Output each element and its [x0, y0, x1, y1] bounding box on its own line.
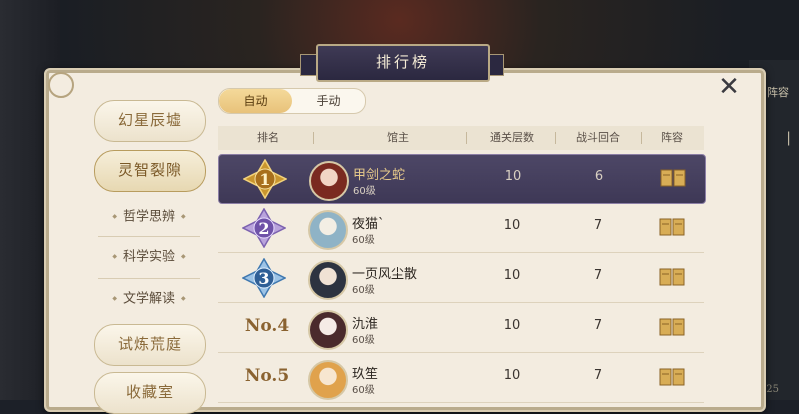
cell-floors: 10: [504, 169, 522, 184]
lineup-book-icon[interactable]: [659, 217, 685, 237]
owner-name: 氿淮: [352, 317, 379, 332]
mode-tabs: 自动 手动: [218, 88, 366, 114]
cell-floors: 10: [503, 218, 521, 233]
rank-text: No.4: [244, 316, 290, 336]
table-row[interactable]: 1 甲剑之蛇 60级 10 6: [218, 154, 706, 204]
column-header-lineup: 阵容: [661, 131, 683, 144]
page-title: 排行榜: [316, 44, 490, 82]
owner-name: 夜猫`: [352, 217, 385, 232]
background-number: 25: [766, 384, 779, 395]
cell-floors: 10: [503, 268, 521, 283]
avatar: [308, 210, 348, 250]
background-lineup-label: 阵容: [767, 86, 789, 99]
owner-level: 60级: [352, 385, 375, 396]
owner-level: 60级: [352, 235, 375, 246]
sidebar-subitem-label: 哲学思辨: [122, 209, 175, 225]
lineup-book-icon[interactable]: [659, 367, 685, 387]
owner-name: 甲剑之蛇: [353, 168, 406, 183]
lineup-book-icon[interactable]: [659, 267, 685, 287]
sidebar-item-shoucang[interactable]: 收藏室: [94, 372, 206, 414]
sidebar-item-shilian[interactable]: 试炼荒庭: [94, 324, 206, 366]
sidebar-subitem-science[interactable]: 科学实验: [94, 246, 204, 268]
background-divider-glyph: |: [786, 130, 791, 146]
cell-rounds: 7: [593, 368, 603, 383]
table-row[interactable]: 2 夜猫` 60级 10 7: [218, 204, 704, 253]
table-header: 排名 馆主 通关层数 战斗回合 阵容: [218, 126, 704, 150]
sidebar-divider: [98, 236, 200, 237]
column-header-rounds: 战斗回合: [576, 131, 620, 144]
rank-1-badge-icon: 1: [243, 159, 287, 199]
rank-2-badge-icon: 2: [242, 208, 286, 248]
column-header-rank: 排名: [257, 131, 279, 144]
table-row[interactable]: 3 一页风尘散 60级 10 7: [218, 254, 704, 303]
cell-floors: 10: [503, 368, 521, 383]
cell-rounds: 7: [593, 218, 603, 233]
table-row[interactable]: No.5 玖笙 60级 10 7: [218, 354, 704, 403]
sidebar-subitem-label: 科学实验: [122, 249, 175, 265]
rank-number: 3: [258, 269, 269, 288]
column-separator: [555, 132, 556, 144]
owner-level: 60级: [353, 186, 376, 197]
lineup-book-icon[interactable]: [660, 168, 686, 188]
cell-rounds: 6: [594, 169, 604, 184]
sidebar-item-lingzhi[interactable]: 灵智裂隙: [94, 150, 206, 192]
sidebar-item-label: 灵智裂隙: [117, 161, 182, 179]
owner-name: 玖笙: [352, 367, 379, 382]
rank-number: 2: [258, 219, 269, 238]
sidebar-subitem-label: 文学解读: [122, 291, 175, 307]
rank-number: 1: [259, 170, 270, 189]
avatar: [309, 161, 349, 201]
cell-rounds: 7: [593, 318, 603, 333]
owner-name: 一页风尘散: [352, 267, 418, 282]
avatar: [308, 260, 348, 300]
rank-3-badge-icon: 3: [242, 258, 286, 298]
column-separator: [313, 132, 314, 144]
tab-auto[interactable]: 自动: [219, 89, 292, 113]
owner-level: 60级: [352, 285, 375, 296]
close-button[interactable]: ✕: [716, 74, 742, 100]
sidebar-item-label: 试炼荒庭: [117, 335, 182, 353]
tab-manual[interactable]: 手动: [292, 89, 365, 113]
sidebar-item-huanxing[interactable]: 幻星辰墟: [94, 100, 206, 142]
cell-rounds: 7: [593, 268, 603, 283]
column-header-floors: 通关层数: [490, 131, 534, 144]
sidebar-subitem-philosophy[interactable]: 哲学思辨: [94, 206, 204, 228]
corner-ornament: [48, 72, 74, 98]
column-header-owner: 馆主: [387, 131, 409, 144]
lineup-book-icon[interactable]: [659, 317, 685, 337]
owner-level: 60级: [352, 335, 375, 346]
cell-floors: 10: [503, 318, 521, 333]
avatar: [308, 360, 348, 400]
close-icon: ✕: [718, 72, 740, 102]
sidebar-divider: [98, 278, 200, 279]
sidebar-item-label: 幻星辰墟: [117, 111, 182, 129]
avatar: [308, 310, 348, 350]
rank-text: No.5: [244, 366, 290, 386]
sidebar-item-label: 收藏室: [125, 383, 174, 401]
table-row[interactable]: No.4 氿淮 60级 10 7: [218, 304, 704, 353]
sidebar-subitem-literature[interactable]: 文学解读: [94, 288, 204, 310]
column-separator: [466, 132, 467, 144]
